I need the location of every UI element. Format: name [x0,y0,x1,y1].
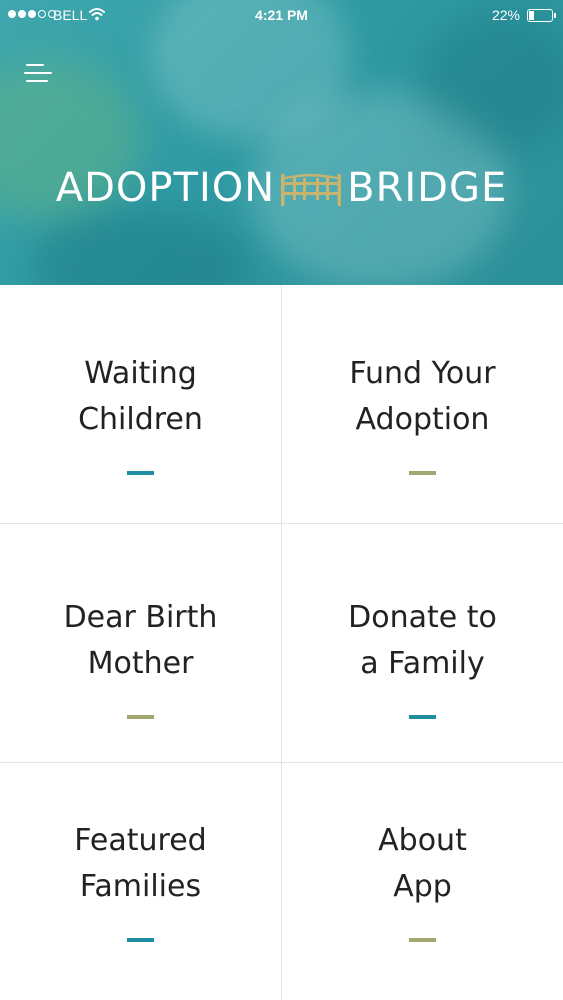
accent-dash [409,471,436,475]
logo-text-bridge: BRIDGE [347,165,508,211]
battery-fill [529,11,534,20]
tile-label-line: About [378,823,467,858]
clock: 4:21 PM [255,7,308,23]
hamburger-menu-icon [26,64,44,66]
menu-grid: Waiting Children Fund Your Adoption Dear… [0,285,563,1000]
hamburger-line [24,72,52,74]
accent-dash [409,938,436,942]
status-bar: BELL 4:21 PM 22% [0,0,563,32]
accent-dash [127,715,154,719]
battery-percentage: 22% [491,7,520,23]
tile-label: Donate to a Family [303,595,543,687]
menu-button[interactable] [20,60,56,88]
tile-label: Dear Birth Mother [21,595,261,687]
tile-label: Waiting Children [21,351,261,443]
tile-dear-birth-mother[interactable]: Dear Birth Mother [0,524,281,762]
tile-about-app[interactable]: About App [282,763,563,1000]
tile-fund-your-adoption[interactable]: Fund Your Adoption [282,285,563,523]
battery-icon [527,9,556,22]
tile-label-line: Children [78,402,203,437]
tile-donate-to-a-family[interactable]: Donate to a Family [282,524,563,762]
tile-label-line: Fund Your [349,356,496,391]
tile-label-line: Mother [87,646,194,681]
tile-label-line: a Family [360,646,485,681]
tile-label-line: Dear Birth [63,600,218,635]
logo-text-adoption: ADOPTION [55,165,276,211]
accent-dash [409,715,436,719]
tile-label-line: Families [79,869,202,904]
bridge-icon [281,174,342,206]
app-logo: ADOPTION BRIDGE [0,160,563,216]
hamburger-line [26,80,48,82]
accent-dash [127,471,154,475]
tile-waiting-children[interactable]: Waiting Children [0,285,281,523]
accent-dash [127,938,154,942]
tile-featured-families[interactable]: Featured Families [0,763,281,1000]
tile-label-line: Featured [74,823,207,858]
hero-photo-shape [30,210,250,285]
tile-label: Fund Your Adoption [303,351,543,443]
hero-banner: BELL 4:21 PM 22% ADOPTION BRIDGE [0,0,563,285]
tile-label-line: Donate to [348,600,497,635]
tile-label-line: Waiting [84,356,197,391]
tile-label-line: Adoption [355,402,490,437]
tile-label: Featured Families [21,818,261,910]
tile-label-line: App [393,869,452,904]
tile-label: About App [303,818,543,910]
